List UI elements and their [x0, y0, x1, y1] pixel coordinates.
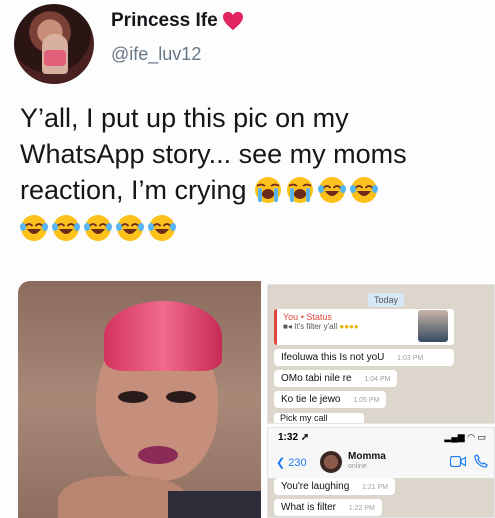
display-name[interactable]: Princess Ife [111, 10, 218, 32]
laughing-face-icon [318, 177, 347, 203]
loudly-crying-face-icon [255, 177, 282, 203]
media-chat-screenshot-1[interactable]: Today You • Status ■◂ It's filter y'all … [267, 284, 495, 424]
message-bubble: OMo tabi nile re 1:04 PM [274, 370, 398, 387]
emoji-group-1 [254, 175, 382, 205]
heart-icon [222, 11, 243, 31]
chat-header: ❮ 230 Momma online [268, 448, 494, 476]
media-photo[interactable] [18, 281, 261, 518]
name-row: Princess Ife [111, 10, 244, 32]
laughing-face-icon [350, 177, 379, 203]
user-handle[interactable]: @ife_luv12 [111, 44, 201, 65]
back-button[interactable]: ❮ 230 [276, 456, 307, 469]
contact-avatar[interactable] [320, 451, 342, 473]
loudly-crying-face-icon [287, 177, 314, 203]
laughing-face-icon [52, 215, 80, 241]
laughing-face-icon [20, 215, 48, 241]
chat-body: You're laughing 1:21 PM What is filter 1… [268, 478, 494, 517]
date-divider: Today [368, 293, 405, 307]
tweet-card: Princess Ife @ife_luv12 Y’all, I put up … [0, 0, 495, 518]
laughing-face-icon [84, 215, 112, 241]
video-icon: ■◂ [283, 322, 292, 331]
status-bar-time: 1:32 ➚ [278, 432, 310, 443]
message-bubble: Ko tie le jewo 1:05 PM [274, 391, 387, 408]
message-bubble: Ifeoluwa this Is not yoU 1:03 PM [274, 349, 454, 366]
message-bubble: You're laughing 1:21 PM [274, 478, 396, 495]
laughing-face-icon [148, 215, 176, 241]
status-bar-icons: ▂▄▆ ◠ ▭ [444, 432, 486, 442]
message-bubble: What is filter 1:22 PM [274, 499, 382, 516]
media-chat-screenshot-2[interactable]: 1:32 ➚ ▂▄▆ ◠ ▭ ❮ 230 Momma online You're… [267, 427, 495, 518]
tweet-media[interactable]: Today You • Status ■◂ It's filter y'all … [18, 281, 495, 518]
partial-message: Pick my call [274, 413, 364, 423]
video-call-icon[interactable] [450, 456, 466, 467]
status-thumbnail [418, 310, 448, 342]
emoji-group-2 [20, 210, 480, 246]
profile-avatar[interactable] [14, 4, 94, 84]
phone-call-icon[interactable] [474, 454, 488, 468]
status-reply-text: It's filter y'all [294, 322, 338, 331]
tweet-text: Y’all, I put up this pic on my WhatsApp … [20, 100, 480, 246]
laughing-face-icon: ●●●● [339, 322, 359, 331]
laughing-face-icon [116, 215, 144, 241]
contact-name[interactable]: Momma [348, 451, 386, 462]
contact-status: online [348, 463, 367, 470]
